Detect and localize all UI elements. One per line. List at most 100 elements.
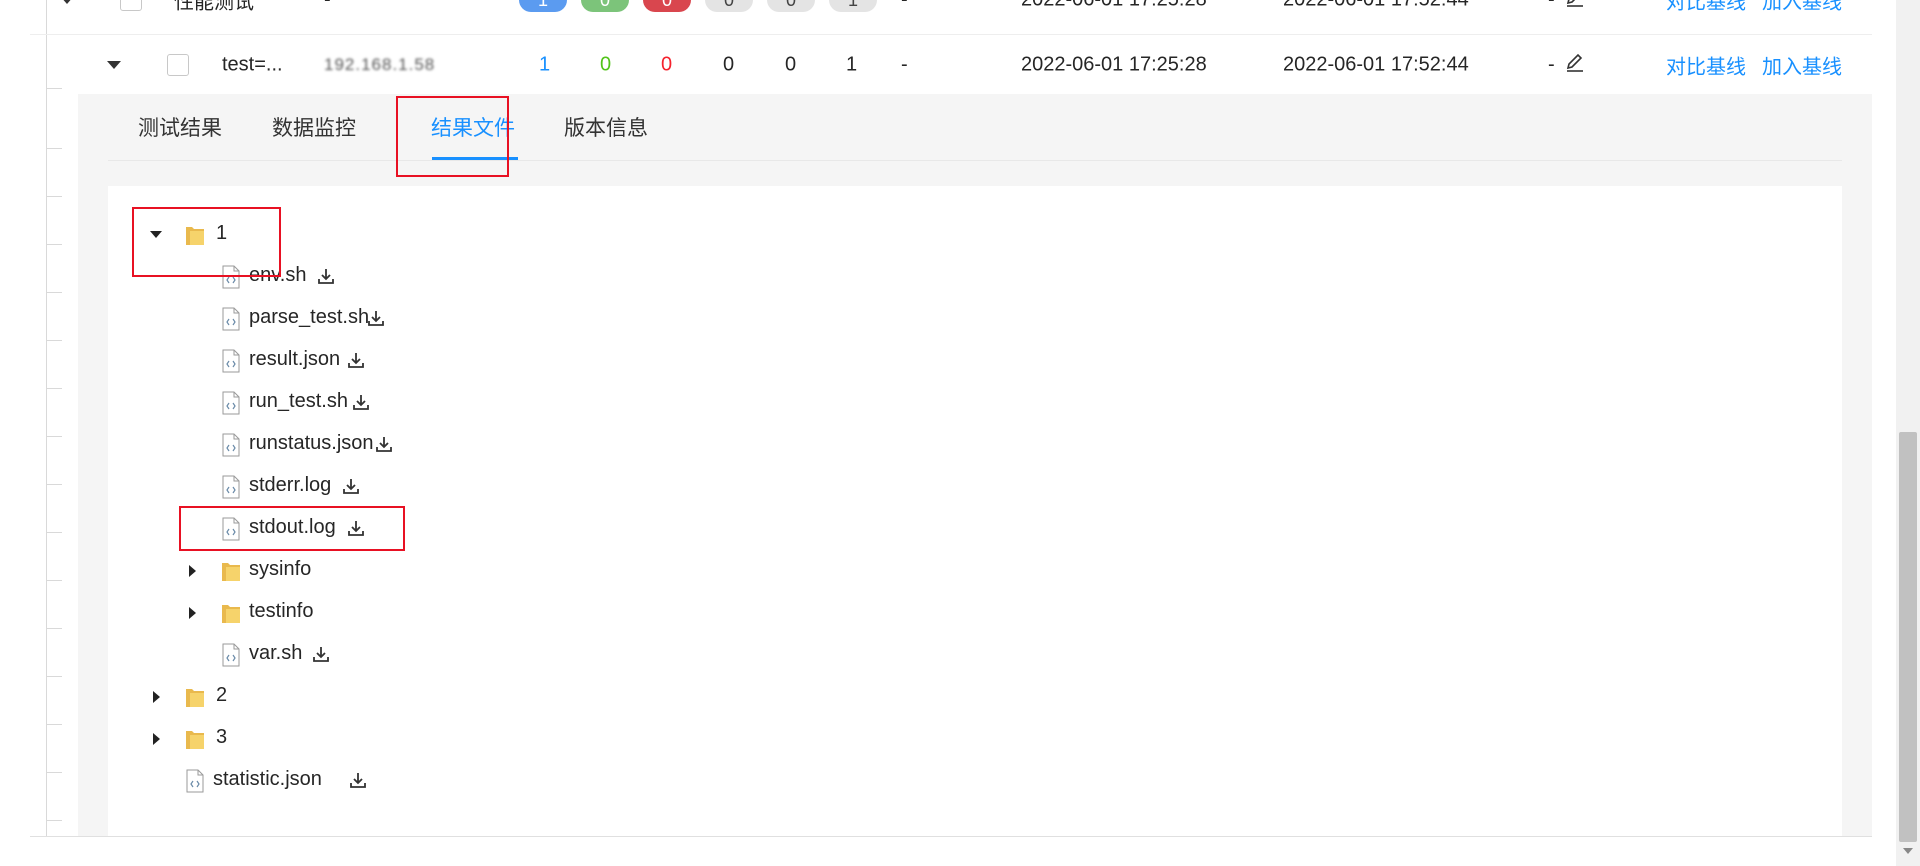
tab-version-info[interactable]: 版本信息 <box>564 112 648 142</box>
tree-node-folder[interactable]: sysinfo <box>184 556 384 586</box>
download-icon[interactable] <box>316 266 336 286</box>
caret-right-icon <box>189 607 196 619</box>
count-pass: 0 <box>600 53 612 76</box>
edit-button[interactable] <box>1564 0 1586 14</box>
row-name: 性能测试 <box>174 0 254 14</box>
edit-button[interactable] <box>1564 51 1586 79</box>
tree-node-label: 1 <box>216 222 228 244</box>
tree-node-label: stdout.log <box>249 516 336 538</box>
tree-node-label: testinfo <box>249 600 314 622</box>
table-bottom-border <box>30 836 1872 837</box>
count-other: 1 <box>846 53 858 76</box>
join-baseline-link[interactable]: 加入基线 <box>1762 51 1842 80</box>
tree-guide-tick <box>46 148 62 149</box>
download-icon[interactable] <box>346 518 366 538</box>
tree-guide-tick <box>46 724 62 725</box>
tree-node-folder[interactable]: testinfo <box>184 598 384 628</box>
tab-data-monitor[interactable]: 数据监控 <box>272 112 356 142</box>
tree-guide-tick <box>46 820 62 821</box>
folder-icon <box>186 227 204 245</box>
tree-node-file[interactable]: statistic.json <box>148 766 408 796</box>
join-baseline-link[interactable]: 加入基线 <box>1762 0 1842 15</box>
tree-node-label: result.json <box>249 348 341 370</box>
count-pill: 0 <box>581 0 629 12</box>
compare-baseline-link[interactable]: 对比基线 <box>1666 51 1746 80</box>
table-row: test=... 192.168.1.58 1 0 0 0 0 1 - 2022… <box>30 34 1872 95</box>
count-total: 1 <box>539 53 551 76</box>
row-checkbox[interactable] <box>167 54 189 76</box>
table-row-parent: 性能测试 - 1 0 0 0 0 1 - 2022-06-01 17:25:28… <box>30 0 1872 30</box>
end-time: 2022-06-01 17:52:44 <box>1283 53 1469 76</box>
download-icon[interactable] <box>341 476 361 496</box>
tree-node-label: stderr.log <box>249 474 332 496</box>
folder-icon <box>222 563 240 581</box>
tree-node-file[interactable]: env.sh <box>184 262 414 292</box>
tree-node-label: 3 <box>216 726 228 748</box>
row-checkbox[interactable] <box>120 0 142 11</box>
expand-toggle[interactable] <box>60 0 74 4</box>
scroll-down-arrow-icon[interactable] <box>1903 848 1913 854</box>
tree-node-label: statistic.json <box>213 768 322 790</box>
file-code-icon <box>222 517 240 541</box>
file-code-icon <box>222 307 240 331</box>
expand-toggle[interactable] <box>148 731 164 747</box>
tree-guide-tick <box>46 244 62 245</box>
tree-node-label: runstatus.json <box>249 432 374 454</box>
tree-node-file-selected[interactable]: stdout.log <box>184 514 444 544</box>
file-code-icon <box>222 391 240 415</box>
download-icon[interactable] <box>351 392 371 412</box>
file-code-icon <box>222 475 240 499</box>
download-icon[interactable] <box>366 308 386 328</box>
compare-baseline-link[interactable]: 对比基线 <box>1666 0 1746 15</box>
tree-node-file[interactable]: run_test.sh <box>184 388 444 418</box>
row-value: - <box>901 53 908 76</box>
expand-toggle[interactable] <box>184 563 200 579</box>
tree-node-folder[interactable]: 1 <box>148 220 268 250</box>
tree-node-file[interactable]: stderr.log <box>184 472 444 502</box>
tab-result-files[interactable]: 结果文件 <box>431 112 515 142</box>
file-code-icon <box>222 349 240 373</box>
caret-right-icon <box>153 733 160 745</box>
folder-icon <box>186 731 204 749</box>
expand-toggle[interactable] <box>184 605 200 621</box>
tree-node-file[interactable]: parse_test.sh <box>184 304 444 334</box>
expand-toggle[interactable] <box>107 61 121 69</box>
file-code-icon <box>222 643 240 667</box>
download-icon[interactable] <box>346 350 366 370</box>
caret-right-icon <box>153 691 160 703</box>
tree-node-label: var.sh <box>249 642 303 664</box>
caret-down-icon <box>107 61 121 69</box>
collapse-toggle[interactable] <box>148 227 164 243</box>
tree-guide-tick <box>46 676 62 677</box>
tree-guide-tick <box>46 580 62 581</box>
download-icon[interactable] <box>311 644 331 664</box>
start-time: 2022-06-01 17:25:28 <box>1021 53 1207 76</box>
tree-guide-tick <box>46 484 62 485</box>
caret-right-icon <box>189 565 196 577</box>
file-tree: 1 env.sh parse_test.sh result.json run_t… <box>108 186 1842 836</box>
folder-icon <box>222 605 240 623</box>
tree-node-label: run_test.sh <box>249 390 348 412</box>
count-pill: 0 <box>643 0 691 12</box>
tree-guide-tick <box>46 340 62 341</box>
start-time: 2022-06-01 17:25:28 <box>1021 0 1207 12</box>
count-pill: 1 <box>829 0 877 12</box>
tree-node-file[interactable]: var.sh <box>184 640 384 670</box>
file-code-icon <box>222 265 240 289</box>
row-name: test=... <box>222 53 283 76</box>
expand-toggle[interactable] <box>148 689 164 705</box>
count-fail: 0 <box>661 53 673 76</box>
tab-test-results[interactable]: 测试结果 <box>138 112 222 142</box>
download-icon[interactable] <box>348 770 368 790</box>
tree-node-folder[interactable]: 3 <box>148 724 268 754</box>
count-pill: 0 <box>705 0 753 12</box>
download-icon[interactable] <box>374 434 394 454</box>
tree-guide-tick <box>46 532 62 533</box>
tree-node-folder[interactable]: 2 <box>148 682 268 712</box>
scrollbar-thumb[interactable] <box>1899 432 1917 842</box>
tree-node-file[interactable]: result.json <box>184 346 444 376</box>
tree-node-file[interactable]: runstatus.json <box>184 430 444 460</box>
tree-node-label: env.sh <box>249 264 307 286</box>
active-tab-indicator <box>432 157 518 160</box>
tab-bar: 测试结果 数据监控 结果文件 版本信息 <box>108 94 1842 161</box>
